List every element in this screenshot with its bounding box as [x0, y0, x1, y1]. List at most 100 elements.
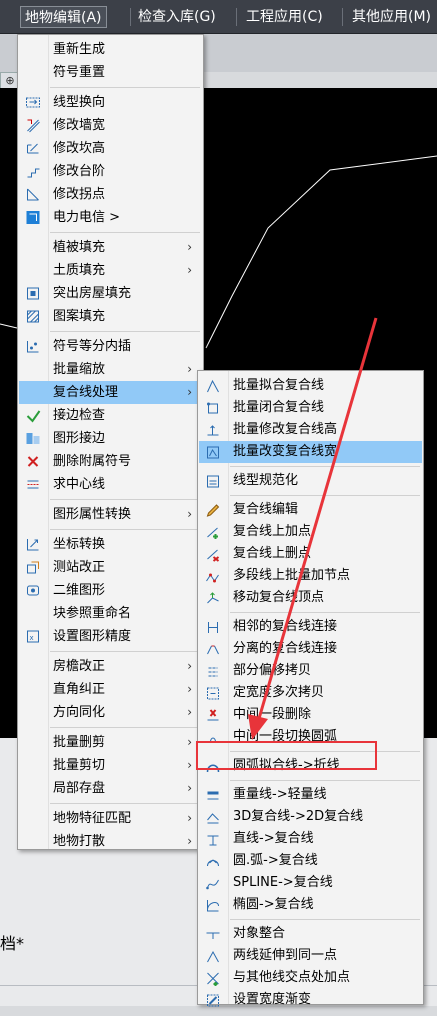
menu1-item-方向同化[interactable]: 方向同化 › [19, 701, 202, 724]
menu2-item-中间一段删除[interactable]: 中间一段删除 [199, 704, 422, 726]
chevron-right-icon: › [187, 781, 192, 795]
menu-separator [230, 780, 420, 781]
menu2-item-多段线上批量加节点[interactable]: 多段线上批量加节点 [199, 565, 422, 587]
menu1-item-修改墙宽[interactable]: 修改墙宽 [19, 114, 202, 137]
menu-item-label: 设置宽度渐变 [233, 992, 312, 1007]
menu1-item-局部存盘[interactable]: 局部存盘 › [19, 777, 202, 800]
line-reverse-icon [25, 95, 41, 110]
menu1-item-删除附属符号[interactable]: 删除附属符号 [19, 450, 202, 473]
move-vertex-icon [205, 591, 221, 606]
menu2-item-批量改变复合线宽[interactable]: 批量改变复合线宽 [199, 441, 422, 463]
menu2-item-两线延伸到同一点[interactable]: 两线延伸到同一点 [199, 945, 422, 967]
intersection-point-icon [205, 971, 221, 986]
menu-bar: 地物编辑(A) 检查入库(G) 工程应用(C) 其他应用(M) [0, 0, 437, 34]
menu1-item-块参照重命名[interactable]: 块参照重命名 [19, 602, 202, 625]
menu-item-label: 坐标转换 [53, 537, 106, 552]
menu2-item-线型规范化[interactable]: 线型规范化 [199, 470, 422, 492]
menu1-item-二维图形[interactable]: 二维图形 [19, 579, 202, 602]
menu1-item-修改坎高[interactable]: 修改坎高 [19, 137, 202, 160]
menu1-item-符号等分内插[interactable]: 符号等分内插 [19, 335, 202, 358]
menu-item-label: 突出房屋填充 [53, 286, 132, 301]
menu2-item-圆.弧->复合线[interactable]: 圆.弧->复合线 [199, 850, 422, 872]
menu1-item-设置图形精度[interactable]: x 设置图形精度 [19, 625, 202, 648]
menu-工程应用[interactable]: 工程应用(C) [242, 6, 327, 28]
menu2-item-与其他线交点处加点[interactable]: 与其他线交点处加点 [199, 967, 422, 989]
menu-item-label: 修改坎高 [53, 141, 106, 156]
menu1-item-电力电信 >[interactable]: 电力电信 > [19, 206, 202, 229]
menu1-item-线型换向[interactable]: 线型换向 [19, 91, 202, 114]
menu1-item-地物打散[interactable]: 地物打散 › [19, 830, 202, 853]
menu-item-label: 测站改正 [53, 560, 106, 575]
menu2-item-分离的复合线连接[interactable]: 分离的复合线连接 [199, 638, 422, 660]
menu2-item-批量修改复合线高[interactable]: 批量修改复合线高 [199, 419, 422, 441]
fit-polyline-icon [205, 379, 221, 394]
submenu-复合线处理: 批量拟合复合线批量闭合复合线批量修改复合线高批量改变复合线宽线型规范化复合线编辑… [197, 370, 424, 1007]
menu1-item-图形接边[interactable]: 图形接边 [19, 427, 202, 450]
menu-item-label: 直线->复合线 [233, 831, 314, 846]
menu1-item-批量缩放[interactable]: 批量缩放 › [19, 358, 202, 381]
menu1-item-图案填充[interactable]: 图案填充 [19, 305, 202, 328]
menu2-item-复合线编辑[interactable]: 复合线编辑 [199, 499, 422, 521]
menu-separator [230, 612, 420, 613]
menu2-item-椭圆->复合线[interactable]: 椭圆->复合线 [199, 894, 422, 916]
power-telecom-icon [25, 210, 41, 225]
menu1-item-符号重置[interactable]: 符号重置 [19, 61, 202, 84]
menu-item-label: 二维图形 [53, 583, 106, 598]
menu2-item-批量闭合复合线[interactable]: 批量闭合复合线 [199, 397, 422, 419]
menu1-item-求中心线[interactable]: 求中心线 [19, 473, 202, 496]
steps-icon [25, 164, 41, 179]
menu1-item-坐标转换[interactable]: 坐标转换 [19, 533, 202, 556]
symbol-interpolate-icon [25, 339, 41, 354]
menu1-item-批量删剪[interactable]: 批量删剪 › [19, 731, 202, 754]
menu2-item-部分偏移拷贝[interactable]: 部分偏移拷贝 [199, 660, 422, 682]
command-text: 档* [0, 934, 25, 953]
menu2-item-设置宽度渐变[interactable]: 设置宽度渐变 [199, 989, 422, 1011]
menu-item-label: 批量修改复合线高 [233, 422, 338, 437]
menu2-item-复合线上删点[interactable]: 复合线上删点 [199, 543, 422, 565]
menu1-item-接边检查[interactable]: 接边检查 [19, 404, 202, 427]
chevron-right-icon: › [187, 362, 192, 376]
menu1-item-房檐改正[interactable]: 房檐改正 › [19, 655, 202, 678]
menu2-item-批量拟合复合线[interactable]: 批量拟合复合线 [199, 375, 422, 397]
menu-地物编辑[interactable]: 地物编辑(A) [20, 6, 107, 28]
menu-item-label: 电力电信 > [53, 210, 121, 225]
menu1-item-植被填充[interactable]: 植被填充 › [19, 236, 202, 259]
menu-item-label: 批量拟合复合线 [233, 378, 325, 393]
menu-其他应用[interactable]: 其他应用(M) [348, 6, 435, 28]
menu2-item-定宽度多次拷贝[interactable]: 定宽度多次拷贝 [199, 682, 422, 704]
menu1-item-重新生成[interactable]: 重新生成 [19, 38, 202, 61]
menu2-item-3D复合线->2D复合线[interactable]: 3D复合线->2D复合线 [199, 806, 422, 828]
menu1-item-图形属性转换[interactable]: 图形属性转换 › [19, 503, 202, 526]
width-gradient-icon [205, 993, 221, 1008]
menu1-item-突出房屋填充[interactable]: 突出房屋填充 [19, 282, 202, 305]
menu2-item-移动复合线顶点[interactable]: 移动复合线顶点 [199, 587, 422, 609]
chevron-right-icon: › [187, 507, 192, 521]
menu2-item-SPLINE->复合线[interactable]: SPLINE->复合线 [199, 872, 422, 894]
corner-point-icon [25, 187, 41, 202]
menu1-item-地物特征匹配[interactable]: 地物特征匹配 › [19, 807, 202, 830]
menu1-item-复合线处理[interactable]: 复合线处理 › [19, 381, 202, 404]
menu1-item-修改台阶[interactable]: 修改台阶 [19, 160, 202, 183]
delete-segment-icon [205, 708, 221, 723]
menu-item-label: 块参照重命名 [53, 606, 132, 621]
menu-item-label: 图形属性转换 [53, 507, 132, 522]
menu2-item-相邻的复合线连接[interactable]: 相邻的复合线连接 [199, 616, 422, 638]
menu-item-label: 修改拐点 [53, 187, 106, 202]
chevron-right-icon: › [187, 834, 192, 848]
menu-separator [50, 651, 200, 652]
menu2-item-重量线->轻量线[interactable]: 重量线->轻量线 [199, 784, 422, 806]
menu1-item-修改拐点[interactable]: 修改拐点 [19, 183, 202, 206]
menu-检查入库[interactable]: 检查入库(G) [134, 6, 220, 28]
menu2-item-复合线上加点[interactable]: 复合线上加点 [199, 521, 422, 543]
menu1-item-批量剪切[interactable]: 批量剪切 › [19, 754, 202, 777]
pattern-fill-icon [25, 309, 41, 324]
menu-item-label: 符号重置 [53, 65, 106, 80]
menu2-item-直线->复合线[interactable]: 直线->复合线 [199, 828, 422, 850]
spline-to-pline-icon [205, 876, 221, 891]
menu2-item-对象整合[interactable]: 对象整合 [199, 923, 422, 945]
menu1-item-直角纠正[interactable]: 直角纠正 › [19, 678, 202, 701]
menu1-item-测站改正[interactable]: 测站改正 [19, 556, 202, 579]
heavy-to-light-icon [205, 788, 221, 803]
menu-item-label: 线型规范化 [233, 473, 299, 488]
menu1-item-土质填充[interactable]: 土质填充 › [19, 259, 202, 282]
